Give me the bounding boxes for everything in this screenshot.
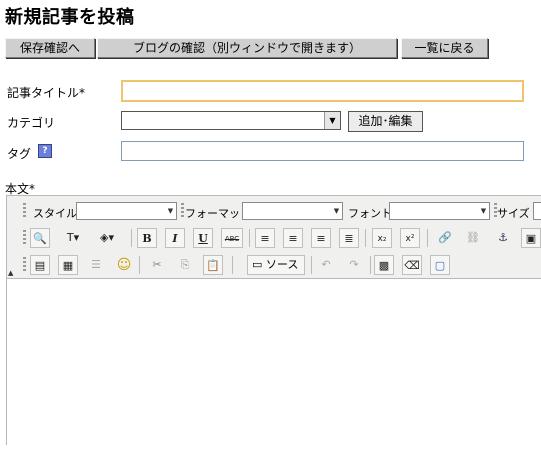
toolbar-separator: [232, 256, 233, 274]
toolbar-separator: [131, 229, 132, 247]
chevron-down-icon: ▼: [480, 207, 487, 215]
strikethrough-button[interactable]: ABC: [221, 228, 243, 248]
toolbar-separator: [370, 256, 371, 274]
back-to-list-button[interactable]: 一覧に戻る: [401, 38, 488, 58]
toolbar-row-format: 🔍 T▾ ◈▾ B I U ABC ≡ ≡ ≡ ≣ x₂ x² 🔗 ⛓ ⚓ ▣: [7, 225, 541, 251]
new-document-icon[interactable]: ▤: [30, 255, 50, 275]
format-select[interactable]: ▼: [242, 202, 343, 220]
source-label: ソース: [265, 258, 299, 271]
show-blocks-icon[interactable]: ▩: [374, 255, 394, 275]
preview-icon[interactable]: 🔍: [30, 228, 50, 248]
undo-icon[interactable]: ↶: [316, 255, 336, 275]
toolbar-grip-icon: [23, 230, 26, 246]
toolbar-separator: [365, 229, 366, 247]
chevron-down-icon: ▼: [167, 207, 174, 215]
add-edit-category-button[interactable]: 追加･編集: [348, 111, 423, 132]
size-label: サイズ: [497, 207, 530, 220]
toolbar-separator: [427, 229, 428, 247]
underline-button[interactable]: U: [193, 228, 213, 248]
font-select[interactable]: ▼: [389, 202, 490, 220]
align-center-icon[interactable]: ≡: [283, 228, 303, 248]
unlink-icon[interactable]: ⛓: [463, 228, 483, 248]
title-input[interactable]: [121, 80, 524, 102]
toolbar-grip-icon: [23, 257, 26, 273]
category-label: カテゴリ: [7, 116, 56, 130]
chevron-down-icon[interactable]: ▼: [324, 112, 340, 129]
superscript-button[interactable]: x²: [400, 228, 420, 248]
size-select[interactable]: [533, 202, 541, 220]
toolbar-grip-icon: [23, 203, 26, 219]
insert-table-icon[interactable]: ▦: [58, 255, 78, 275]
style-label: スタイル: [33, 207, 77, 220]
bold-button[interactable]: B: [137, 228, 157, 248]
subscript-button[interactable]: x₂: [372, 228, 392, 248]
chevron-down-icon: ▼: [333, 207, 340, 215]
toolbar-row-misc: ▤ ▦ ☰ ☺ ✂ ⎘ 📋 ▭ ソース ↶ ↷ ▩ ⌫ ▢: [7, 252, 541, 278]
text-color-icon[interactable]: T▾: [58, 228, 88, 248]
copy-icon[interactable]: ⎘: [175, 255, 195, 275]
source-icon: ▭: [252, 258, 263, 271]
category-select[interactable]: ▼: [121, 111, 341, 130]
rich-text-editor: スタイル ▼ フォーマット ▼ フォント ▼ サイズ 🔍 T▾ ◈▾ B I U…: [6, 195, 541, 449]
editor-content-area[interactable]: [7, 278, 541, 449]
help-icon[interactable]: ?: [38, 144, 52, 158]
emoticon-icon[interactable]: ☺: [114, 255, 134, 275]
paste-icon[interactable]: 📋: [203, 255, 223, 275]
background-color-icon[interactable]: ◈▾: [92, 228, 122, 248]
insert-link-icon[interactable]: 🔗: [435, 228, 455, 248]
anchor-icon[interactable]: ⚓: [493, 228, 513, 248]
toolbar-separator: [139, 256, 140, 274]
toolbar-separator: [311, 256, 312, 274]
toolbar-grip-icon: [181, 203, 184, 219]
tag-label: タグ: [7, 147, 32, 161]
align-right-icon[interactable]: ≡: [311, 228, 331, 248]
blog-preview-button[interactable]: ブログの確認（別ウィンドウで開きます）: [97, 38, 397, 58]
italic-button[interactable]: I: [165, 228, 185, 248]
save-confirm-button[interactable]: 保存確認へ: [5, 38, 95, 58]
align-left-icon[interactable]: ≡: [255, 228, 275, 248]
style-select[interactable]: ▼: [76, 202, 177, 220]
horizontal-rule-icon[interactable]: ☰: [86, 255, 106, 275]
maximize-icon[interactable]: ▢: [430, 255, 450, 275]
tag-input[interactable]: [121, 141, 524, 161]
redo-icon[interactable]: ↷: [344, 255, 364, 275]
page-title: 新規記事を投稿: [5, 7, 135, 28]
align-justify-icon[interactable]: ≣: [339, 228, 359, 248]
cut-icon[interactable]: ✂: [147, 255, 167, 275]
collapse-toolbar-icon[interactable]: ▲: [8, 269, 13, 277]
eraser-icon[interactable]: ⌫: [402, 255, 422, 275]
insert-image-icon[interactable]: ▣: [521, 228, 541, 248]
title-label: 記事タイトル*: [7, 86, 86, 100]
source-button[interactable]: ▭ ソース: [247, 255, 305, 275]
font-label: フォント: [348, 207, 392, 220]
toolbar-row-selects: スタイル ▼ フォーマット ▼ フォント ▼ サイズ: [7, 198, 541, 224]
toolbar-separator: [249, 229, 250, 247]
